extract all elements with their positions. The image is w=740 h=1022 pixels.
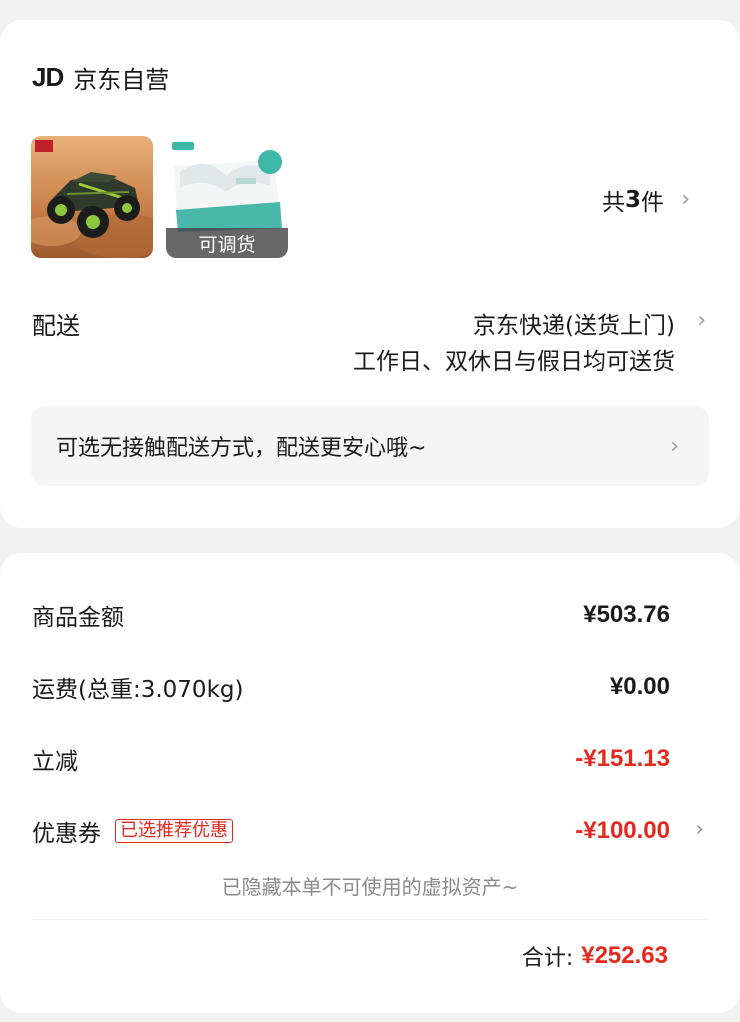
contactless-delivery-option[interactable]: 可选无接触配送方式，配送更安心哦~ › [31,406,709,486]
contactless-text: 可选无接触配送方式，配送更安心哦~ [56,436,427,461]
delivery-label: 配送 [32,312,80,340]
price-summary-card: 商品金额 ¥503.76 运费(总重:3.070kg) ¥0.00 立减 -¥1… [0,553,740,1013]
jd-logo-icon: JD [32,62,64,92]
goods-amount-row: 商品金额 ¥503.76 [32,598,670,632]
total-row: 合计: ¥252.63 [522,940,668,972]
transfer-available-tag: 可调货 [166,228,288,258]
hidden-assets-note[interactable]: 已隐藏本单不可使用的虚拟资产~ [0,871,740,900]
coupon-value: -¥100.00 [575,817,670,844]
coupon-status-badge: 已选推荐优惠 [115,819,233,843]
product-thumbnail-wipes[interactable]: 可调货 [166,136,288,258]
rc-car-image [31,136,153,258]
chevron-right-icon[interactable]: › [695,817,704,842]
total-label: 合计: [521,946,574,971]
goods-amount-label: 商品金额 [32,605,124,631]
item-count[interactable]: 共 3 件 [602,183,690,217]
item-count-number: 3 [624,187,641,213]
discount-value: -¥151.13 [575,745,670,772]
discount-label: 立减 [32,749,78,775]
discount-row: 立减 -¥151.13 [32,742,670,776]
chevron-right-icon[interactable]: › [681,187,690,212]
item-count-suffix: 件 [641,190,664,216]
freight-label: 运费(总重:3.070kg) [32,677,244,703]
coupon-row[interactable]: 优惠券 已选推荐优惠 -¥100.00 [32,814,670,848]
goods-amount-value: ¥503.76 [583,601,670,628]
order-items-card: JD 京东自营 可调货 共 3 件 › 配送 京东快递(送货上门) › 工作日、… [0,20,740,528]
delivery-method[interactable]: 京东快递(送货上门) [473,306,675,340]
freight-row: 运费(总重:3.070kg) ¥0.00 [32,670,670,704]
product-thumbnail-rc-car[interactable] [31,136,153,258]
shop-header: JD 京东自营 [32,60,169,95]
freight-value: ¥0.00 [609,673,670,700]
coupon-label: 优惠券 [32,821,101,847]
total-value: ¥252.63 [581,942,668,969]
shop-name: 京东自营 [73,66,170,94]
item-count-prefix: 共 [601,190,625,216]
divider [32,919,708,920]
delivery-time: 工作日、双休日与假日均可送货 [353,349,675,375]
chevron-right-icon: › [670,433,679,459]
chevron-right-icon[interactable]: › [697,308,706,333]
